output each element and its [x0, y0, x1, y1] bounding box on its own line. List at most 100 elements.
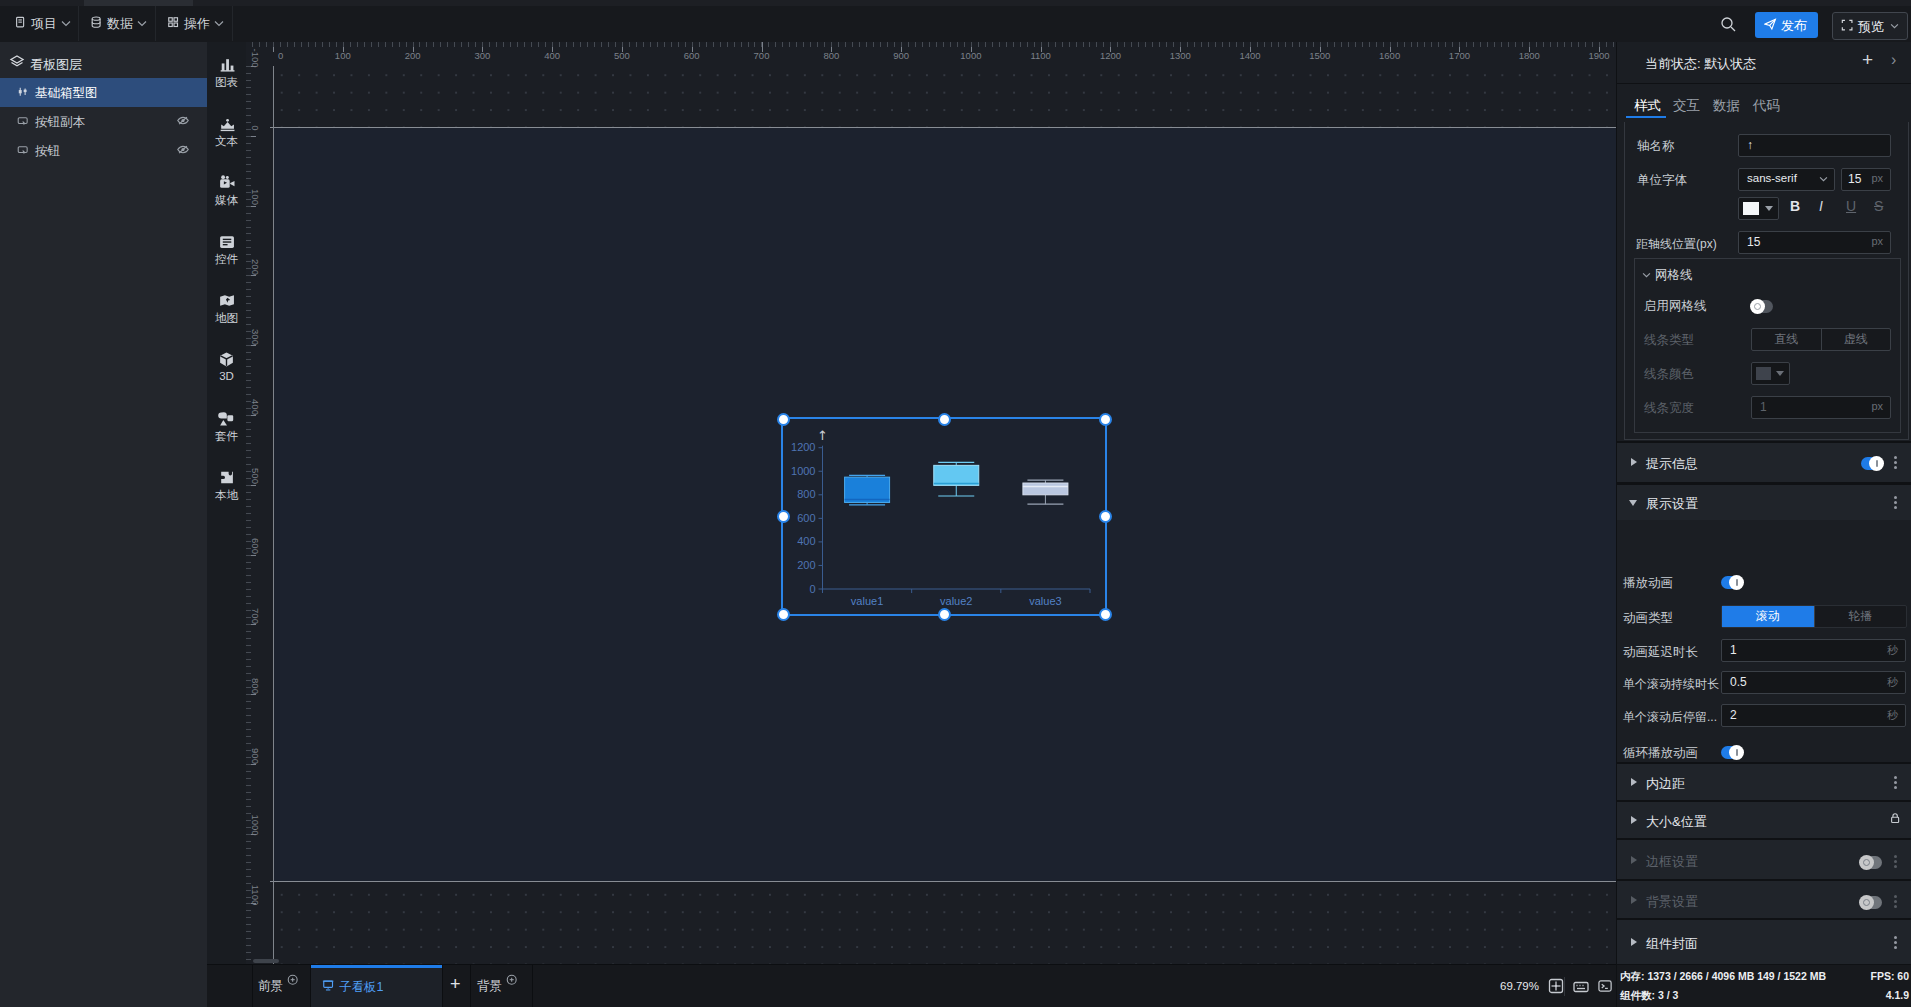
tab-代码[interactable]: 代码 [1753, 97, 1780, 115]
anim-type-label: 动画类型 [1623, 610, 1673, 627]
play-anim-toggle[interactable] [1721, 576, 1743, 589]
kebab-menu-icon[interactable] [1894, 895, 1897, 908]
scroll-pause-input[interactable]: 2 秒 [1721, 704, 1906, 727]
tab-数据[interactable]: 数据 [1713, 97, 1740, 115]
section-cover[interactable]: 组件封面 [1617, 920, 1911, 964]
tab-subboard-active[interactable]: 子看板1 [311, 965, 442, 1007]
selection-handle[interactable] [777, 413, 790, 426]
section-border[interactable]: 边框设置 [1617, 840, 1911, 879]
anim-type-segmented[interactable]: 滚动轮播 [1721, 605, 1907, 628]
search-icon[interactable] [1720, 16, 1736, 32]
publish-button[interactable]: 发布 [1755, 12, 1818, 38]
lock-icon[interactable] [1889, 812, 1903, 826]
terminal-icon[interactable] [1598, 979, 1613, 994]
tooltip-toggle[interactable] [1861, 457, 1883, 470]
circle-plus-icon[interactable] [506, 974, 519, 987]
section-tooltip[interactable]: 提示信息 [1617, 443, 1911, 482]
line-color-picker[interactable] [1751, 362, 1790, 385]
layer-item-按钮[interactable]: 按钮 [0, 136, 207, 165]
app: 项目数据操作 发布 预览 看板图层 基础箱型图按钮副本按钮 图表文本媒体控件地图… [0, 0, 1911, 1007]
anim-delay-input[interactable]: 1 秒 [1721, 639, 1906, 662]
section-padding[interactable]: 内边距 [1617, 764, 1911, 800]
chevron-down-icon[interactable] [1642, 272, 1651, 278]
unit-font-size-input[interactable]: 15 px [1841, 168, 1891, 191]
toolbar-label: 图表 [207, 75, 246, 90]
loop-anim-toggle[interactable] [1721, 746, 1743, 759]
add-board-button[interactable]: + [450, 974, 461, 995]
scroll-duration-input[interactable]: 0.5 秒 [1721, 671, 1906, 694]
bold-button[interactable]: B [1790, 198, 1800, 214]
axis-settings-group: 轴名称 ↑ 单位字体 sans-serif 15 px B I U S 距轴线位… [1624, 122, 1909, 440]
underline-button[interactable]: U [1846, 198, 1856, 214]
kebab-menu-icon[interactable] [1894, 776, 1897, 789]
selection-handle[interactable] [1099, 413, 1112, 426]
tab-样式[interactable]: 样式 [1634, 97, 1661, 115]
unit-font-select[interactable]: sans-serif [1738, 168, 1835, 191]
section-label: 提示信息 [1646, 455, 1698, 473]
toolbar-label: 3D [207, 370, 246, 382]
kebab-menu-icon[interactable] [1894, 496, 1897, 509]
segment-轮播[interactable]: 轮播 [1814, 606, 1907, 627]
background-toggle[interactable] [1860, 896, 1882, 909]
cube-icon [218, 351, 235, 368]
axis-offset-input[interactable]: 15 px [1738, 231, 1891, 254]
section-label: 边框设置 [1646, 853, 1698, 871]
section-size-position[interactable]: 大小&位置 [1617, 802, 1911, 838]
layer-item-按钮副本[interactable]: 按钮副本 [0, 107, 207, 136]
keyboard-icon[interactable] [1573, 979, 1589, 995]
border-toggle[interactable] [1860, 856, 1882, 869]
chart-icon [218, 56, 235, 73]
segment-滚动[interactable]: 滚动 [1722, 606, 1814, 627]
line-width-input[interactable]: 1 px [1751, 396, 1891, 419]
chevron-down-icon [137, 20, 147, 27]
active-tab-label: 子看板1 [339, 979, 383, 996]
section-background[interactable]: 背景设置 [1617, 881, 1911, 918]
eye-off-icon[interactable] [176, 143, 190, 157]
line-type-segmented[interactable]: 直线虚线 [1751, 328, 1891, 351]
tab-交互[interactable]: 交互 [1673, 97, 1700, 115]
document-icon [14, 16, 28, 30]
grid-enable-toggle[interactable] [1751, 300, 1773, 313]
selection-handle[interactable] [1099, 608, 1112, 621]
board-icon [322, 979, 336, 993]
caret-right-icon [1631, 938, 1637, 946]
font-color-picker[interactable] [1738, 197, 1779, 220]
ruler-label: 1900 [1588, 50, 1609, 61]
kit-icon [218, 410, 235, 427]
selection-handle[interactable] [777, 510, 790, 523]
axis-name-input[interactable]: ↑ [1738, 134, 1891, 157]
zoom-percent[interactable]: 69.79% [1484, 980, 1539, 992]
foreground-tab-label[interactable]: 前景 [258, 978, 283, 995]
canvas-h-scrollbar[interactable] [253, 959, 279, 963]
selection-handle[interactable] [1099, 510, 1112, 523]
background-tab-label[interactable]: 背景 [477, 978, 502, 995]
segment-虚线[interactable]: 虚线 [1821, 329, 1891, 350]
fit-screen-icon[interactable] [1548, 978, 1564, 994]
layer-item-label: 按钮副本 [35, 114, 85, 131]
ruler-label: 1000 [246, 815, 266, 835]
strike-button[interactable]: S [1874, 198, 1883, 214]
ruler-label: 400 [246, 397, 266, 417]
selection-handle[interactable] [938, 413, 951, 426]
selection-handle[interactable] [938, 608, 951, 621]
scroll-duration-label: 单个滚动持续时长 [1623, 676, 1719, 693]
circle-plus-icon[interactable] [287, 974, 300, 987]
layer-item-基础箱型图[interactable]: 基础箱型图 [0, 78, 207, 107]
kebab-menu-icon[interactable] [1894, 456, 1897, 469]
ruler-label: 500 [614, 50, 630, 61]
italic-button[interactable]: I [1819, 198, 1823, 214]
state-expand-chevron[interactable]: › [1891, 51, 1896, 69]
kebab-menu-icon[interactable] [1894, 855, 1897, 868]
selection-handle[interactable] [777, 608, 790, 621]
chevron-down-icon [1890, 23, 1899, 29]
database-icon [90, 16, 104, 30]
ruler-vertical: -100010020030040050060070080090010001100 [246, 66, 266, 964]
preview-button[interactable]: 预览 [1832, 12, 1908, 40]
section-display[interactable]: 展示设置 [1617, 485, 1911, 520]
selection-overlay[interactable] [781, 417, 1107, 616]
eye-off-icon[interactable] [176, 114, 190, 128]
kebab-menu-icon[interactable] [1894, 936, 1897, 949]
add-state-button[interactable]: + [1862, 49, 1873, 71]
button-layer-icon [17, 115, 30, 128]
segment-直线[interactable]: 直线 [1752, 329, 1821, 350]
